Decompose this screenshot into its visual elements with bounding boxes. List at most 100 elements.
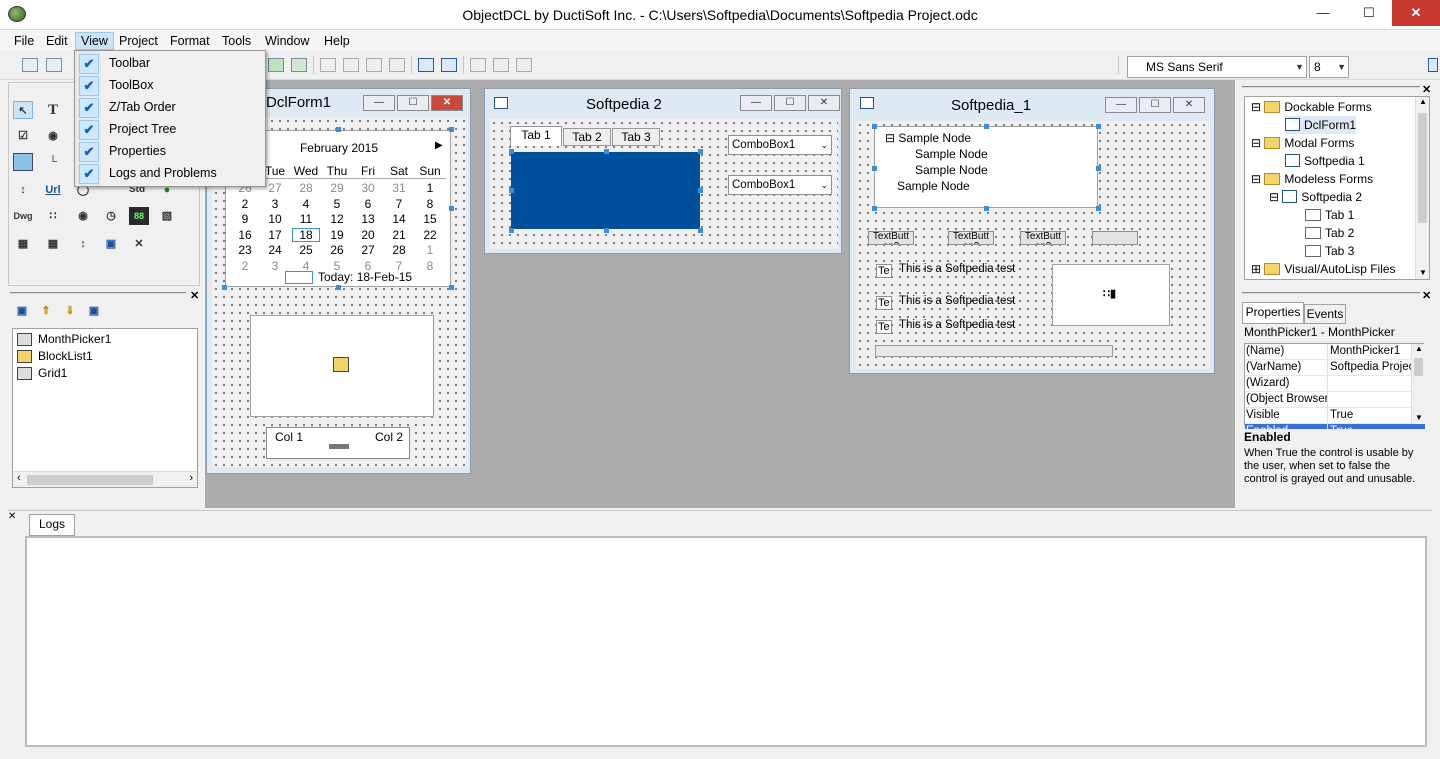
calendar-day[interactable]: 8 [416,197,444,211]
blocklist-control[interactable] [250,315,434,417]
calendar-day[interactable]: 17 [261,228,289,242]
calendar-day[interactable]: 19 [323,228,351,242]
calendar-day[interactable]: 27 [354,243,382,257]
calendar-day[interactable]: 4 [292,197,320,211]
menu-format[interactable]: Format [165,32,215,50]
text-tool-icon[interactable]: T [43,101,63,119]
calendar-day[interactable]: 22 [416,228,444,242]
calendar-day[interactable]: 16 [231,228,259,242]
calendar-day[interactable]: 11 [292,212,320,226]
center-both-icon[interactable] [516,58,532,72]
chevron-down-icon[interactable]: ▼ [1415,413,1423,422]
calendar-day[interactable]: 12 [323,212,351,226]
vertical-split-tool-icon[interactable]: ↕ [73,235,93,253]
align-right-icon[interactable] [343,58,359,72]
form-close-button[interactable]: ✕ [431,95,463,111]
form-window-softpedia1[interactable]: Softpedia_1 — ☐ ✕ ⊟ Sample Node Sample N… [849,88,1215,374]
send-back-icon[interactable]: ▣ [84,302,104,320]
tab-logs[interactable]: Logs [29,514,75,536]
logs-output[interactable] [25,536,1427,747]
form-minimize-button[interactable]: — [363,95,395,111]
chevron-up-icon[interactable]: ▲ [1415,344,1423,353]
align-bottom-icon[interactable] [389,58,405,72]
tree-node-tab2[interactable]: Tab 2 [1305,224,1354,242]
calendar-day[interactable]: 21 [385,228,413,242]
view-menu-toolbar[interactable]: ✔ Toolbar [77,53,263,75]
view-menu-logs[interactable]: ✔ Logs and Problems [77,163,263,185]
pointer-tool-icon[interactable]: ↖ [13,101,33,119]
close-icon[interactable]: ✕ [190,289,199,302]
textbox-control[interactable]: Te [876,296,892,310]
text-button[interactable]: TextButt on2 [948,231,994,245]
form-minimize-button[interactable]: — [1105,97,1137,113]
text-button[interactable]: TextButt on2 [1020,231,1066,245]
same-width-icon[interactable] [441,58,457,72]
chevron-left-icon[interactable]: ‹ [17,472,21,484]
calendar-day[interactable]: 15 [416,212,444,226]
radio-tool-icon[interactable]: ◉ [43,127,63,145]
form-canvas[interactable]: ⊟ Sample Node Sample Node Sample Node Sa… [856,121,1210,369]
tab-3[interactable]: Tab 3 [612,128,660,146]
tab-order-icon[interactable] [291,58,307,72]
form-maximize-button[interactable]: ☐ [1139,97,1171,113]
menu-tools[interactable]: Tools [217,32,256,50]
close-icon[interactable]: ✕ [8,511,16,522]
tree-node-tab1[interactable]: Tab 1 [1305,206,1354,224]
text-button[interactable]: TextButt on2 [868,231,914,245]
close-icon[interactable]: ✕ [1422,289,1431,302]
form-close-button[interactable]: ✕ [808,95,840,111]
vertical-scrollbar[interactable]: ▲ ▼ [1415,97,1429,279]
view-menu-project-tree[interactable]: ✔ Project Tree [77,119,263,141]
calendar-day[interactable]: 3 [261,197,289,211]
calendar-day[interactable]: 23 [231,243,259,257]
tree-node[interactable]: Sample Node [897,179,970,193]
property-value[interactable]: True [1330,424,1425,429]
property-row[interactable]: (Object Browser) [1245,392,1425,408]
property-row[interactable]: (Wizard) [1245,376,1425,392]
menu-file[interactable]: File [9,32,39,50]
clock-tool-icon[interactable]: ◷ [101,207,121,225]
textbox-control[interactable]: Te [876,264,892,278]
move-up-icon[interactable]: ⇑ [36,302,56,320]
run-icon[interactable] [268,58,284,72]
calendar-day[interactable]: 20 [354,228,382,242]
align-top-icon[interactable] [366,58,382,72]
combobox-1[interactable]: ComboBox1 ⌄ [728,135,832,155]
button-control[interactable] [1092,231,1138,245]
view-menu-toolbox[interactable]: ✔ ToolBox [77,75,263,97]
calendar-day[interactable]: 1 [416,181,444,195]
counter-tool-icon[interactable]: 88 [129,207,149,225]
calendar-day[interactable]: 25 [292,243,320,257]
calendar-day[interactable]: 10 [261,212,289,226]
form-canvas[interactable]: Tab 1 Tab 2 Tab 3 ComboBox1 ⌄ ComboBox1 ⌄ [490,119,838,249]
close-icon[interactable]: ✕ [1422,83,1431,96]
menu-project[interactable]: Project [114,32,163,50]
checkbox-tool-icon[interactable]: ☑ [13,127,33,145]
menu-edit[interactable]: Edit [41,32,73,50]
calendar-day[interactable]: 18 [292,227,320,242]
tree-node[interactable]: Sample Node [915,163,988,177]
open-file-icon[interactable] [46,58,62,72]
chevron-right-icon[interactable]: › [189,472,193,484]
calendar-day[interactable]: 14 [385,212,413,226]
tree-node-softpedia1[interactable]: Softpedia 1 [1285,152,1365,170]
blocklist-tool-icon[interactable]: ∷ [43,207,63,225]
bring-front-icon[interactable]: ▣ [12,302,32,320]
tree-node[interactable]: Sample Node [915,147,988,161]
calendar-day[interactable]: 28 [385,243,413,257]
close-button[interactable]: ✕ [1392,0,1440,26]
property-row[interactable]: (VarName) Softpedia Project [1245,360,1425,376]
image-tool-icon[interactable] [13,153,33,171]
tab-properties[interactable]: Properties [1242,302,1304,324]
calendar-day[interactable]: 8 [416,259,444,273]
calendar-day[interactable]: 7 [385,197,413,211]
calendar-day[interactable]: 29 [323,181,351,195]
calendar-day[interactable]: 13 [354,212,382,226]
today-label[interactable]: Today: 18-Feb-15 [318,270,412,284]
property-grid[interactable]: (Name) MonthPicker1 (VarName) Softpedia Pro… [1244,343,1425,430]
calendar-day[interactable]: 9 [231,212,259,226]
property-row[interactable]: (Name) MonthPicker1 [1245,344,1425,360]
minimize-button[interactable]: — [1300,0,1346,26]
calendar-day[interactable]: 28 [292,181,320,195]
font-name-select[interactable]: MS Sans Serif ▼ [1127,56,1307,78]
